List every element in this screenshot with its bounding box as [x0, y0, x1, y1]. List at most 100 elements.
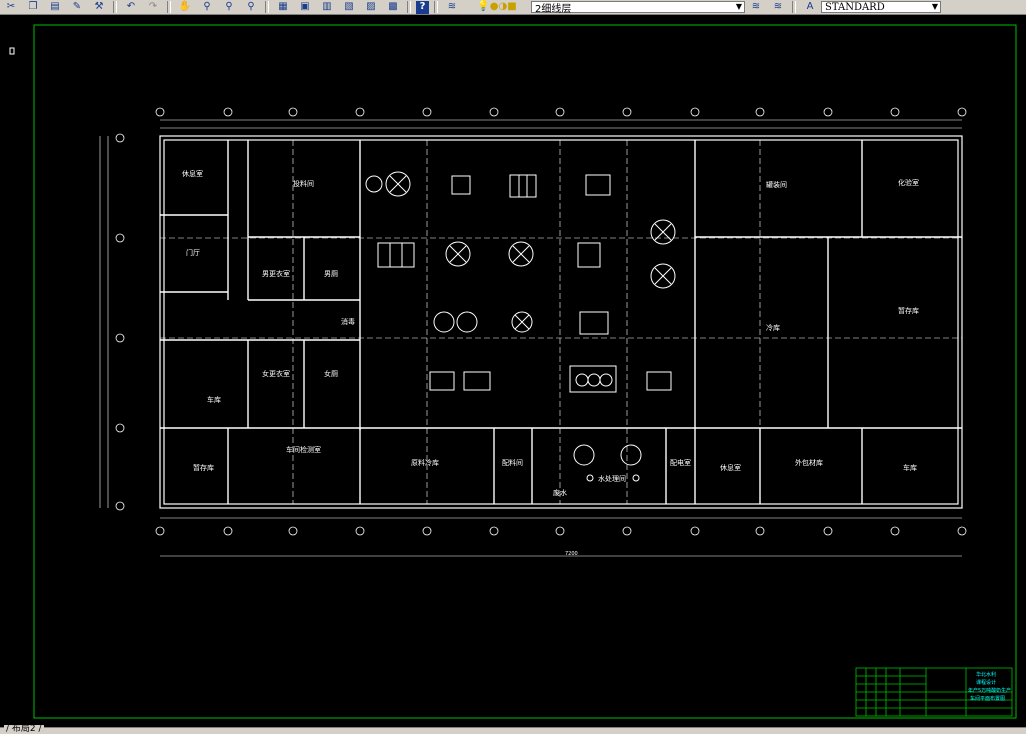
- room-label: 男厕: [324, 270, 338, 278]
- axis-bubble: [288, 526, 298, 536]
- room-label: 配电室: [670, 458, 691, 467]
- room-label: 化验室: [898, 178, 919, 187]
- equipment: [365, 171, 676, 482]
- axis-bubble: [755, 107, 765, 117]
- axis-bubble: [755, 526, 765, 536]
- title-line-4: 车间平面布置图: [970, 695, 1005, 702]
- axis-bubble: [115, 233, 125, 243]
- axis-bubble: [115, 133, 125, 143]
- top-axis-bubbles: [155, 107, 967, 117]
- layer-dropdown-value: 2细线层: [535, 3, 572, 15]
- help-icon[interactable]: ?: [416, 0, 429, 14]
- room-label: 暂存库: [193, 463, 214, 472]
- title-line-1: 华北水利: [976, 671, 996, 678]
- room-label: 冷库: [766, 323, 780, 332]
- text-style-dropdown[interactable]: STANDARD ▼: [821, 1, 941, 13]
- axis-bubble: [555, 107, 565, 117]
- room-label: 女厕: [324, 369, 338, 378]
- axis-bubble: [890, 526, 900, 536]
- match-properties-icon[interactable]: ⚒: [90, 1, 108, 14]
- room-label: 门厅: [186, 248, 200, 257]
- separator: [167, 1, 171, 13]
- calculator-icon[interactable]: ▩: [384, 1, 402, 14]
- brush-icon[interactable]: ✎: [68, 1, 86, 14]
- ucs-marker: [9, 47, 15, 55]
- room-label: 水处理间: [598, 474, 626, 483]
- layer-state-icons[interactable]: 💡●◑■: [465, 1, 529, 14]
- zoom-window-icon[interactable]: ⚲: [220, 1, 238, 14]
- paste-icon[interactable]: ▤: [46, 1, 64, 14]
- room-label: 消毒: [341, 317, 355, 326]
- room-label: 投料间: [293, 179, 314, 188]
- axis-bubble: [823, 107, 833, 117]
- sheet-set-icon[interactable]: ▧: [340, 1, 358, 14]
- axis-bubble: [115, 501, 125, 511]
- cut-icon[interactable]: ✂: [2, 1, 20, 14]
- room-label: 休息室: [720, 463, 741, 472]
- axis-bubble: [690, 526, 700, 536]
- properties-icon[interactable]: ▦: [274, 1, 292, 14]
- floor-plan-svg: 休息室 投料间 门厅 男更衣室 男厕 消毒 女更衣室 女厕 车库 暂存库 车间检…: [9, 24, 1017, 719]
- room-label: 罐装间: [766, 180, 787, 189]
- bottom-axis-bubbles: [155, 526, 967, 536]
- outer-walls: [159, 135, 963, 509]
- separator: [113, 1, 117, 13]
- axis-bubble: [690, 107, 700, 117]
- tool-palette-icon[interactable]: ▥: [318, 1, 336, 14]
- copy-icon[interactable]: ❐: [24, 1, 42, 14]
- redo-icon[interactable]: ↷: [144, 1, 162, 14]
- axis-bubble: [288, 107, 298, 117]
- axis-bubble: [422, 107, 432, 117]
- chevron-down-icon: ▼: [735, 2, 742, 11]
- layer-previous-icon[interactable]: ≋: [747, 1, 765, 14]
- axis-bubble: [622, 526, 632, 536]
- separator: [265, 1, 269, 13]
- room-label: 配料间: [502, 458, 523, 467]
- room-label: 车库: [207, 395, 221, 404]
- axis-bubble: [115, 423, 125, 433]
- axis-bubble: [555, 526, 565, 536]
- separator: [407, 1, 411, 13]
- axis-bubble: [489, 107, 499, 117]
- layer-manager-icon[interactable]: ≋: [443, 1, 461, 14]
- axis-bubble: [115, 333, 125, 343]
- room-label: 车库: [903, 463, 917, 472]
- layout-frame: [33, 24, 1017, 719]
- left-axis-bubbles: [115, 133, 125, 511]
- toolbar: ✂ ❐ ▤ ✎ ⚒ ↶ ↷ ✋ ⚲ ⚲ ⚲ ▦ ▣ ▥ ▧ ▨ ▩ ? ≋ 💡●…: [0, 0, 1026, 15]
- markup-icon[interactable]: ▨: [362, 1, 380, 14]
- axis-bubble: [890, 107, 900, 117]
- layer-dropdown[interactable]: 2细线层 ▼: [531, 1, 745, 15]
- room-label: 暂存库: [898, 306, 919, 315]
- interior-walls: [160, 140, 962, 504]
- separator: [792, 1, 796, 13]
- room-label: 原料冷库: [411, 458, 439, 467]
- layer-icon[interactable]: ≋: [769, 1, 787, 14]
- design-center-icon[interactable]: ▣: [296, 1, 314, 14]
- axis-bubble: [355, 526, 365, 536]
- zoom-previous-icon[interactable]: ⚲: [242, 1, 260, 14]
- chevron-down-icon: ▼: [931, 2, 938, 11]
- separator: [434, 1, 438, 13]
- dimension-total: 7200: [565, 551, 578, 557]
- title-block-text: 华北水利 课程设计 年产5万吨酸奶生产 车间平面布置图: [968, 671, 1011, 702]
- drawing-canvas[interactable]: 休息室 投料间 门厅 男更衣室 男厕 消毒 女更衣室 女厕 车库 暂存库 车间检…: [0, 15, 1026, 727]
- room-label: 废水: [553, 488, 567, 497]
- zoom-realtime-icon[interactable]: ⚲: [198, 1, 216, 14]
- room-labels: 休息室 投料间 门厅 男更衣室 男厕 消毒 女更衣室 女厕 车库 暂存库 车间检…: [182, 169, 919, 497]
- axis-bubble: [489, 526, 499, 536]
- axis-bubble: [223, 107, 233, 117]
- pan-icon[interactable]: ✋: [176, 1, 194, 14]
- undo-icon[interactable]: ↶: [122, 1, 140, 14]
- axis-bubble: [823, 526, 833, 536]
- axis-bubble: [622, 107, 632, 117]
- text-style-icon[interactable]: A: [801, 1, 819, 14]
- axis-bubble: [957, 526, 967, 536]
- title-line-2: 课程设计: [976, 679, 996, 686]
- axis-bubble: [422, 526, 432, 536]
- room-label: 女更衣室: [262, 369, 290, 378]
- axis-bubble: [155, 526, 165, 536]
- room-label: 男更衣室: [262, 269, 290, 278]
- room-label: 外包材库: [795, 458, 823, 467]
- axis-bubble: [957, 107, 967, 117]
